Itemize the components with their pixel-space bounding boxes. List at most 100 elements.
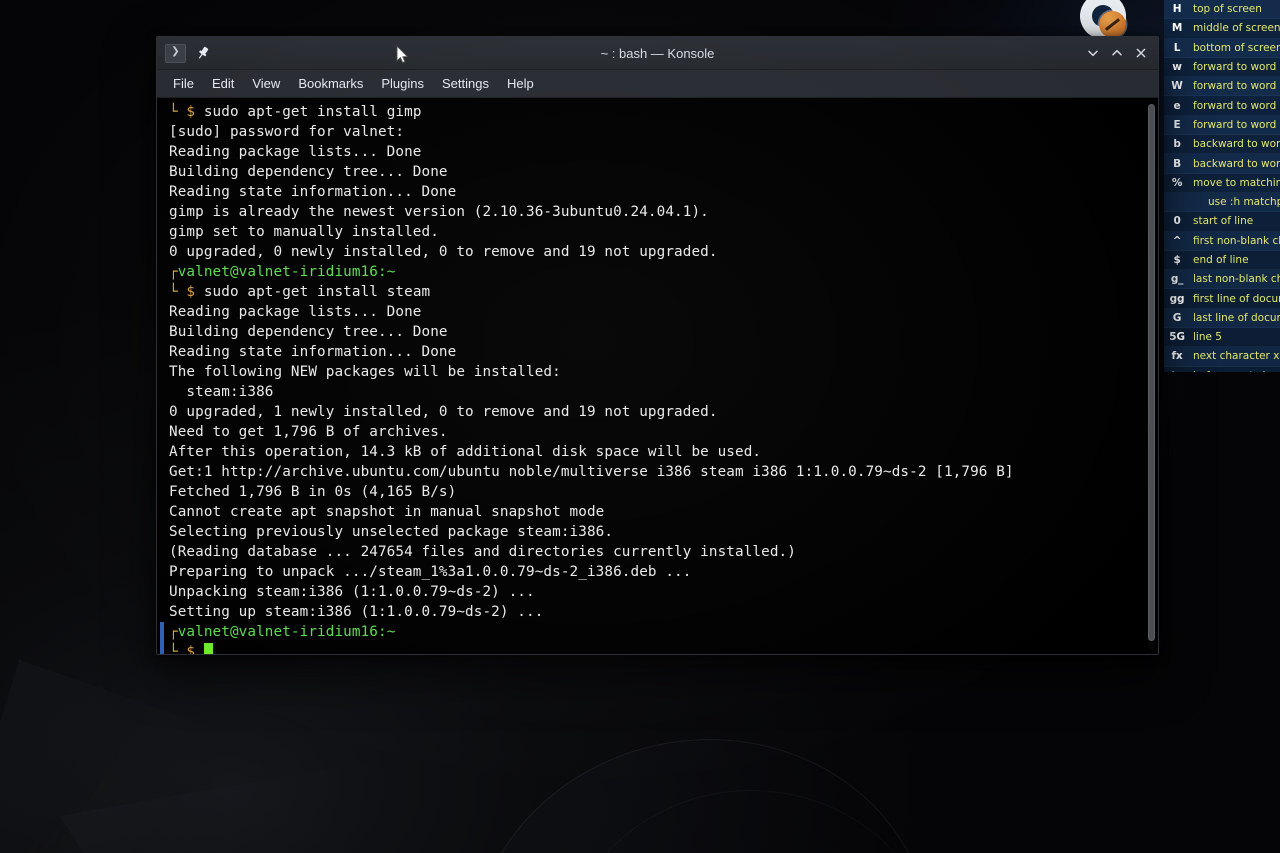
cheatsheet-key: E	[1173, 118, 1181, 131]
terminal-output-line: Get:1 http://archive.ubuntu.com/ubuntu n…	[169, 464, 1014, 480]
terminal-line: gimp is already the newest version (2.10…	[169, 202, 1158, 222]
wallpaper-arc-2	[560, 790, 942, 853]
wallpaper-shape-2	[60, 760, 480, 853]
scrollbar-thumb[interactable]	[1148, 104, 1155, 642]
terminal-line: Fetched 1,796 B in 0s (4,165 B/s)	[169, 482, 1158, 502]
cheatsheet-row: txbefore next char	[1164, 366, 1280, 372]
cheatsheet-description: last line of document	[1193, 311, 1280, 324]
terminal-output-line: Building dependency tree... Done	[169, 164, 448, 180]
terminal-line: The following NEW packages will be insta…	[169, 362, 1158, 382]
terminal-line: Unpacking steam:i386 (1:1.0.0.79~ds-2) .…	[169, 582, 1158, 602]
terminal-output-line: Reading package lists... Done	[169, 304, 422, 320]
prompt-symbol: $	[186, 104, 204, 120]
terminal-line: (Reading database ... 247654 files and d…	[169, 542, 1158, 562]
cheatsheet-description: first line of document	[1193, 292, 1280, 305]
cheatsheet-description: forward to word	[1193, 61, 1277, 74]
menu-item-view[interactable]: View	[244, 73, 288, 94]
compass-needle	[1104, 18, 1121, 31]
window-title: ~ : bash — Konsole	[600, 45, 715, 61]
terminal-output-line: Reading package lists... Done	[169, 144, 422, 160]
cheatsheet-description: bottom of screen	[1193, 41, 1280, 54]
prompt-user-host: valnet@valnet-iridium16:~	[177, 264, 396, 280]
menu-item-help[interactable]: Help	[499, 73, 542, 94]
terminal-output-line: Preparing to unpack .../steam_1%3a1.0.0.…	[169, 564, 692, 580]
terminal-output-line: Selecting previously unselected package …	[169, 524, 614, 540]
terminal-output-line: gimp set to manually installed.	[169, 224, 439, 240]
terminal-output-line: Fetched 1,796 B in 0s (4,165 B/s)	[169, 484, 457, 500]
wallpaper-arc-1	[431, 696, 971, 853]
minimize-button[interactable]	[1082, 42, 1104, 64]
window-titlebar[interactable]: ❯ ~ : bash — Konsole	[157, 37, 1158, 70]
terminal-text: └ $ sudo apt-get install gimp [sudo] pass…	[157, 102, 1158, 654]
cheatsheet-key: 0	[1173, 215, 1181, 228]
cheatsheet-key: w	[1172, 61, 1182, 74]
cheatsheet-description: first non-blank char	[1193, 234, 1280, 247]
prompt-user-host: valnet@valnet-iridium16:~	[177, 624, 396, 640]
cheatsheet-key: 5G	[1169, 331, 1185, 344]
cheatsheet-description: backward to word	[1193, 157, 1280, 170]
cheatsheet-row: fx next character x	[1164, 347, 1280, 367]
cheatsheet-key: ^	[1172, 234, 1182, 247]
menu-item-edit[interactable]: Edit	[204, 73, 242, 94]
close-button[interactable]	[1130, 42, 1152, 64]
menu-item-file[interactable]: File	[165, 73, 202, 94]
terminal-line: Reading state information... Done	[169, 182, 1158, 202]
menu-item-plugins[interactable]: Plugins	[373, 73, 432, 94]
terminal-command: sudo apt-get install steam	[203, 284, 431, 300]
cheatsheet-row: gg first line of document	[1164, 289, 1280, 309]
terminal-output-line: [sudo] password for valnet:	[169, 124, 405, 140]
cheatsheet-row: w forward to word	[1164, 57, 1280, 78]
cheatsheet-description: last non-blank char	[1193, 273, 1280, 286]
cheatsheet-key: H	[1172, 3, 1182, 16]
cheatsheet-description: start of line	[1193, 215, 1254, 228]
prompt-bracket: └	[169, 284, 187, 300]
terminal-output-line: Reading state information... Done	[169, 344, 457, 360]
cheatsheet-key: L	[1173, 41, 1181, 54]
cheatsheet-key: W	[1171, 80, 1183, 93]
terminal-line: Reading package lists... Done	[169, 142, 1158, 162]
cheatsheet-key: %	[1171, 176, 1183, 189]
terminal-cursor	[203, 643, 213, 654]
cheatsheet-description: line 5	[1193, 331, 1222, 344]
cheatsheet-row: Glast line of document	[1164, 308, 1280, 329]
cheatsheet-row: 0 start of line	[1164, 212, 1280, 232]
cheatsheet-key: gg	[1169, 292, 1185, 305]
cheatsheet-key: b	[1173, 138, 1181, 151]
cheatsheet-description: move to matching	[1193, 176, 1280, 189]
wallpaper-shape-1	[0, 660, 290, 853]
terminal-output-area[interactable]: └ $ sudo apt-get install gimp [sudo] pass…	[157, 98, 1158, 654]
terminal-line: Reading state information... Done	[169, 342, 1158, 362]
prompt-bracket: ┌	[169, 624, 178, 640]
terminal-output-line: Need to get 1,796 B of archives.	[169, 424, 448, 440]
maximize-button[interactable]	[1106, 42, 1128, 64]
terminal-output-line: steam:i386	[169, 384, 274, 400]
terminal-line: Preparing to unpack .../steam_1%3a1.0.0.…	[169, 562, 1158, 582]
terminal-output-line: Unpacking steam:i386 (1:1.0.0.79~ds-2) .…	[169, 584, 535, 600]
terminal-output-line: 0 upgraded, 0 newly installed, 0 to remo…	[169, 244, 718, 260]
terminal-line: Cannot create apt snapshot in manual sna…	[169, 502, 1158, 522]
cheatsheet-description: before next char	[1190, 370, 1280, 372]
prompt-symbol: $	[186, 284, 204, 300]
cheatsheet-row: Eforward to word	[1164, 115, 1280, 136]
menu-item-bookmarks[interactable]: Bookmarks	[290, 73, 371, 94]
terminal-line: After this operation, 14.3 kB of additio…	[169, 442, 1158, 462]
konsole-window: ❯ ~ : bash — Konsole File Edit View Book…	[156, 36, 1159, 655]
terminal-line: 0 upgraded, 0 newly installed, 0 to remo…	[169, 242, 1158, 262]
terminal-line: [sudo] password for valnet:	[169, 122, 1158, 142]
cheatsheet-key: tx	[1164, 370, 1190, 372]
pin-icon[interactable]	[195, 45, 211, 61]
menu-item-settings[interactable]: Settings	[434, 73, 497, 94]
terminal-scrollbar[interactable]	[1148, 104, 1155, 650]
terminal-line: └ $ sudo apt-get install steam	[169, 282, 1158, 302]
terminal-output-line: gimp is already the newest version (2.10…	[169, 204, 709, 220]
cheatsheet-row: $ end of line	[1164, 250, 1280, 271]
prompt-icon[interactable]: ❯	[165, 43, 186, 63]
terminal-line: Setting up steam:i386 (1:1.0.0.79~ds-2) …	[169, 602, 1158, 622]
cheatsheet-description: forward to word	[1193, 118, 1277, 131]
terminal-line: Get:1 http://archive.ubuntu.com/ubuntu n…	[169, 462, 1158, 482]
terminal-output-line: Building dependency tree... Done	[169, 324, 448, 340]
terminal-output-line: Cannot create apt snapshot in manual sna…	[169, 504, 605, 520]
menu-bar: File Edit View Bookmarks Plugins Settings Help	[157, 70, 1158, 98]
compass-icon	[1099, 11, 1126, 38]
prompt-symbol: $	[186, 644, 204, 654]
